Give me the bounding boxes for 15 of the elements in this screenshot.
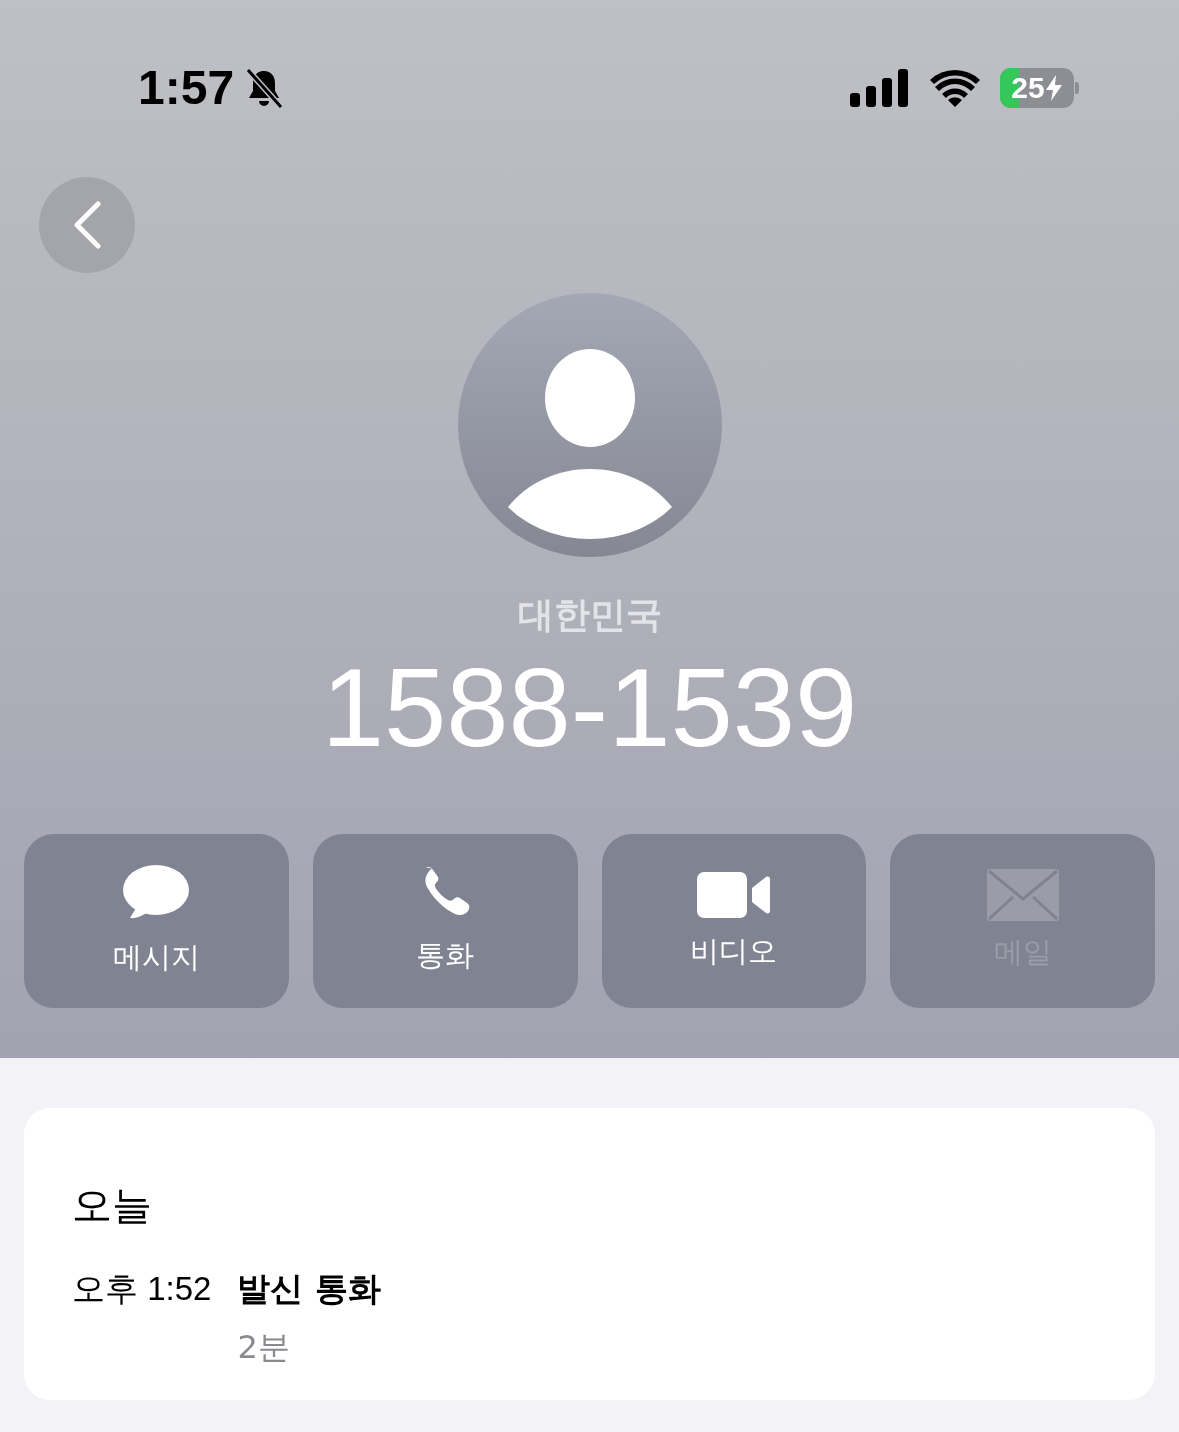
status-time: 1:57 (138, 62, 235, 114)
video-camera-icon (696, 870, 771, 920)
chevron-left-icon (72, 201, 102, 249)
call-duration: 2분 (237, 1327, 291, 1368)
avatar-icon (457, 293, 722, 557)
video-button[interactable]: 비디오 (601, 834, 867, 1008)
message-button[interactable]: 메시지 (24, 834, 289, 1008)
call-time: 오후 1:52 (72, 1269, 212, 1309)
call-button[interactable]: 통화 (312, 834, 578, 1008)
wifi-icon (930, 69, 980, 107)
envelope-icon (986, 869, 1059, 921)
signal-icon (850, 69, 910, 107)
day-heading: 오늘 (72, 1181, 153, 1230)
phone-number: 1588-1539 (321, 648, 858, 768)
call-type: 발신 통화 (237, 1268, 381, 1310)
